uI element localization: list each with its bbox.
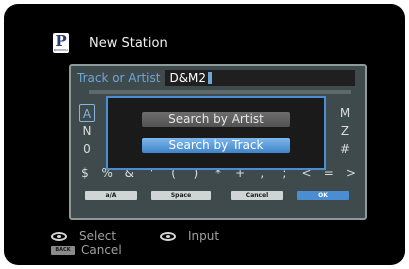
keyboard-button-row: a/A Space Cancel OK: [81, 191, 355, 202]
key-0[interactable]: 0: [79, 140, 95, 158]
key-dollar[interactable]: $: [77, 166, 93, 180]
space-button[interactable]: Space: [151, 191, 211, 200]
legend-input-label: Input: [188, 229, 220, 243]
ok-button[interactable]: OK: [297, 191, 349, 200]
key-z[interactable]: Z: [337, 122, 353, 140]
onscreen-keyboard-panel: Track or Artist D&M2 A N 0 M Z # $ % & '…: [69, 64, 367, 220]
keyboard-left-column: A N 0: [79, 104, 95, 158]
enter-button-icon: [160, 231, 176, 241]
legend-input: Input: [160, 229, 219, 243]
key-a[interactable]: A: [79, 104, 95, 122]
page-title: New Station: [89, 35, 168, 51]
cancel-button[interactable]: Cancel: [231, 191, 283, 200]
key-hash[interactable]: #: [337, 140, 353, 158]
tv-screen: P PANDORA New Station Track or Artist D&…: [4, 4, 405, 265]
back-key-icon: BACK: [51, 245, 75, 255]
search-by-artist-button[interactable]: Search by Artist: [142, 112, 290, 127]
legend-select: Select: [51, 229, 116, 243]
key-greater-than[interactable]: >: [343, 166, 359, 180]
legend-cancel-label: Cancel: [81, 243, 122, 257]
key-n[interactable]: N: [79, 122, 95, 140]
pandora-logo: P PANDORA: [53, 32, 69, 53]
search-input-row: Track or Artist D&M2: [77, 69, 355, 86]
legend-cancel: BACK Cancel: [51, 243, 122, 257]
text-cursor: [208, 71, 213, 84]
enter-button-icon: [51, 231, 67, 241]
legend-select-label: Select: [79, 229, 117, 243]
search-input-label: Track or Artist: [77, 70, 161, 85]
header: P PANDORA New Station: [53, 31, 168, 55]
search-by-track-button[interactable]: Search by Track: [142, 138, 290, 153]
pandora-logo-text: PANDORA: [53, 48, 69, 52]
case-toggle-button[interactable]: a/A: [85, 191, 137, 200]
search-type-dialog: Search by Artist Search by Track: [106, 96, 326, 170]
keyboard-right-column: M Z #: [337, 104, 353, 158]
function-key-strip: [89, 90, 351, 94]
key-m[interactable]: M: [337, 104, 353, 122]
search-input-value: D&M2: [169, 70, 207, 85]
search-input[interactable]: D&M2: [165, 69, 355, 86]
